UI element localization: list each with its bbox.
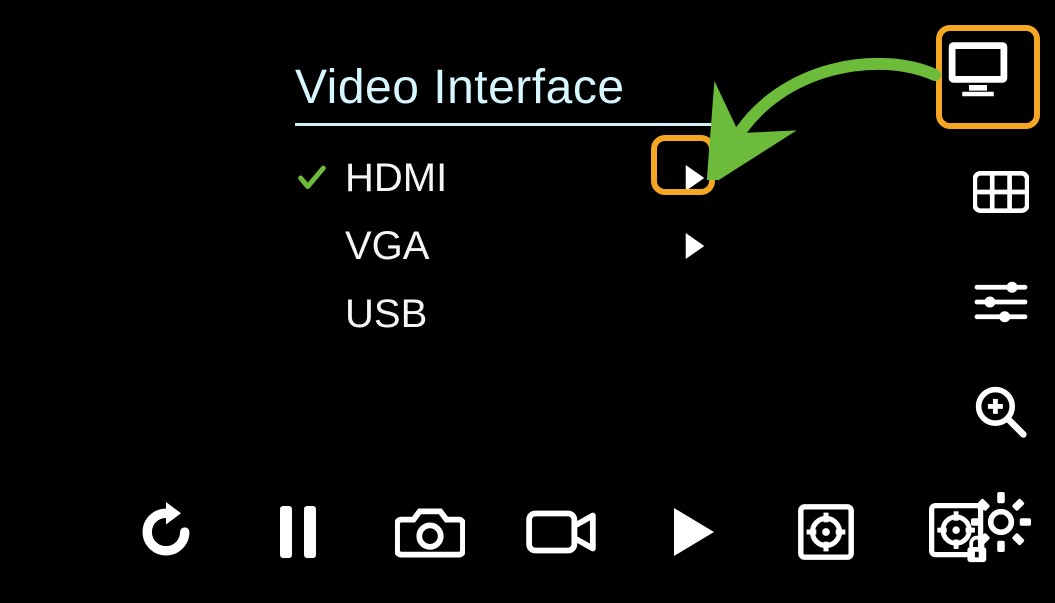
crosshair-button[interactable] [790, 496, 862, 568]
video-icon [525, 506, 599, 558]
monitor-button-wrap [936, 25, 1040, 129]
crosshair-icon [795, 501, 857, 563]
menu-title: Video Interface [295, 60, 715, 123]
check-icon [295, 161, 345, 195]
monitor-button[interactable] [946, 35, 1010, 99]
zoom-in-button[interactable] [969, 380, 1033, 444]
menu-item-label: HDMI [345, 156, 675, 201]
menu-item-label: USB [345, 292, 675, 337]
crosshair-lock-button[interactable] [922, 496, 994, 568]
annotation-arrow [690, 40, 950, 180]
grid-view-button[interactable] [969, 160, 1033, 224]
menu-item-usb[interactable]: USB [295, 280, 715, 348]
bottom-toolbar [130, 496, 994, 568]
play-icon [668, 504, 720, 560]
menu-item-vga[interactable]: VGA [295, 212, 715, 280]
record-button[interactable] [526, 496, 598, 568]
monitor-icon [942, 31, 1014, 103]
zoom-in-icon [973, 384, 1029, 440]
submenu-arrow-icon[interactable] [675, 165, 715, 191]
video-interface-menu: Video Interface HDMI VGA USB [295, 60, 715, 348]
camera-icon [395, 504, 465, 560]
submenu-arrow-icon[interactable] [675, 233, 715, 259]
menu-item-hdmi[interactable]: HDMI [295, 144, 715, 212]
play-button[interactable] [658, 496, 730, 568]
grid-icon [973, 171, 1029, 213]
rotate-button[interactable] [130, 496, 202, 568]
pause-button[interactable] [262, 496, 334, 568]
adjust-button[interactable] [969, 270, 1033, 334]
right-toolbar [969, 160, 1033, 554]
crosshair-lock-icon [926, 500, 990, 564]
adjust-icon [972, 278, 1030, 326]
pause-icon [276, 504, 320, 560]
rotate-icon [136, 502, 196, 562]
snapshot-button[interactable] [394, 496, 466, 568]
menu-separator [295, 123, 715, 126]
menu-item-label: VGA [345, 224, 675, 269]
